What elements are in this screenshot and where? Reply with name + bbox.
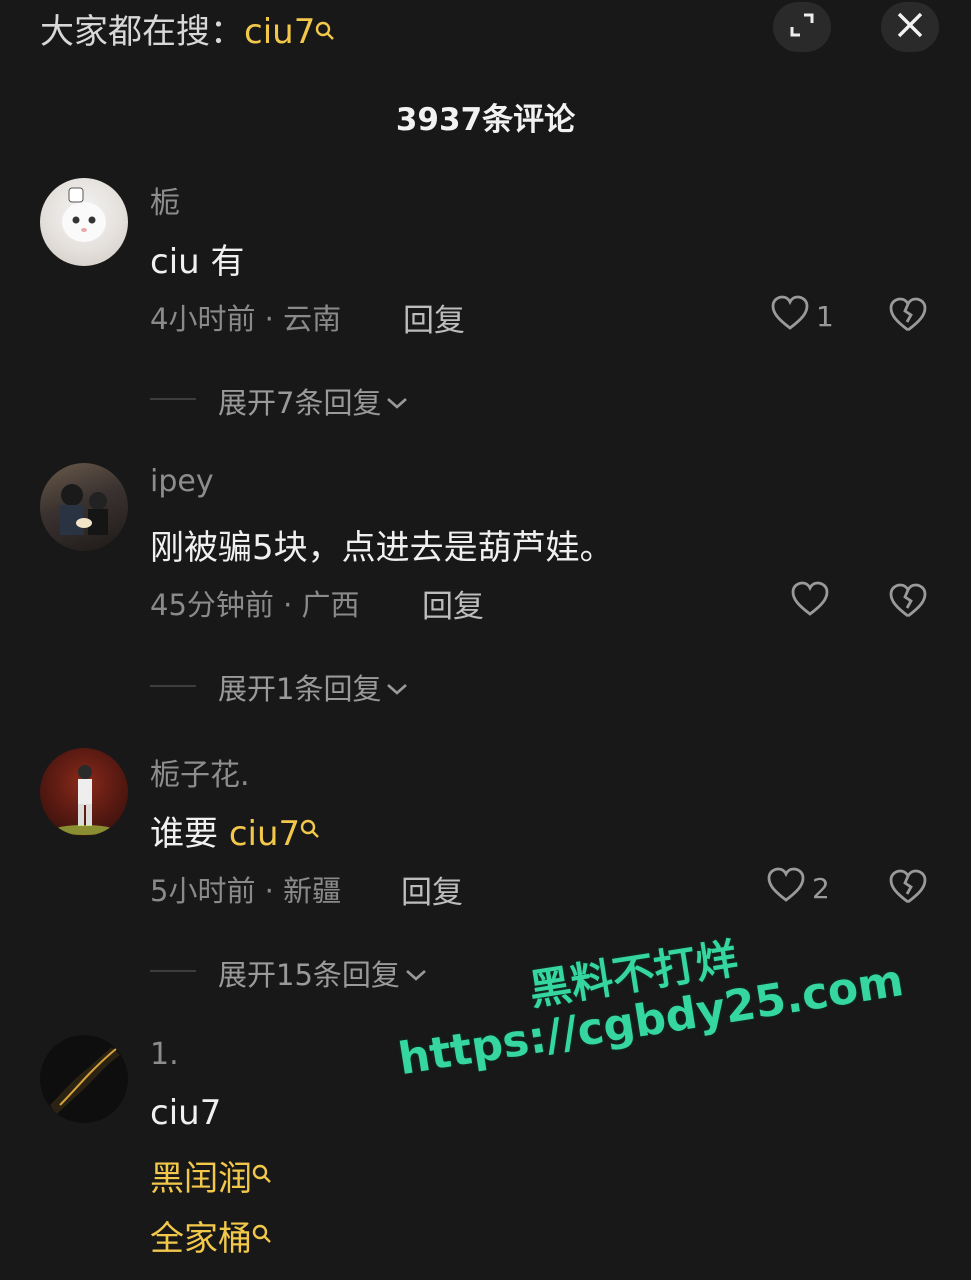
like-button[interactable]: 1 — [770, 294, 834, 339]
expand-replies-button[interactable]: 展开1条回复 — [218, 666, 409, 708]
close-icon — [896, 11, 924, 43]
broken-heart-icon — [888, 583, 928, 624]
dislike-button[interactable] — [888, 296, 928, 338]
reply-button[interactable]: 回复 — [403, 295, 465, 340]
avatar[interactable] — [40, 1035, 128, 1123]
expand-divider — [150, 685, 196, 687]
trending-search[interactable]: 大家都在搜：ciu7 — [40, 4, 335, 53]
search-icon — [252, 1153, 272, 1193]
trending-search-label: 大家都在搜： — [40, 12, 244, 52]
comment-meta: 45分钟前 · 广西 — [150, 588, 360, 622]
comment-text: ciu 有 — [150, 242, 245, 282]
comment-link-line: 全家桶 — [150, 1211, 272, 1260]
comment-text: 谁要 ciu7 — [150, 806, 320, 855]
top-bar: 大家都在搜：ciu7 — [0, 0, 971, 60]
chevron-down-icon — [385, 670, 409, 704]
comment-count-title: 3937条评论 — [395, 102, 576, 138]
like-count: 1 — [816, 300, 834, 333]
expand-divider — [150, 970, 196, 972]
expand-divider — [150, 398, 196, 400]
avatar[interactable] — [40, 178, 128, 266]
expand-replies-label: 展开7条回复 — [218, 386, 382, 420]
expand-button[interactable] — [773, 2, 831, 52]
search-icon — [315, 10, 335, 50]
avatar[interactable] — [40, 748, 128, 836]
expand-icon — [787, 10, 817, 44]
like-button[interactable] — [790, 580, 836, 625]
chevron-down-icon — [385, 384, 409, 418]
search-link[interactable]: 黑闰润 — [150, 1159, 252, 1199]
comment-link-line: 黑闰润 — [150, 1151, 272, 1200]
comment-meta: 5小时前 · 新疆 — [150, 874, 342, 908]
heart-icon — [770, 294, 810, 339]
reply-button[interactable]: 回复 — [401, 867, 463, 912]
comment-text-prefix: 谁要 — [150, 814, 229, 854]
comment-text: ciu7 — [150, 1093, 222, 1133]
avatar[interactable] — [40, 463, 128, 551]
username[interactable]: 栀子花. — [150, 750, 250, 794]
close-button[interactable] — [881, 2, 939, 52]
dislike-button[interactable] — [888, 582, 928, 624]
expand-replies-button[interactable]: 展开7条回复 — [218, 380, 409, 422]
dislike-button[interactable] — [888, 868, 928, 910]
search-icon — [300, 808, 320, 848]
username[interactable]: 1. — [150, 1037, 179, 1072]
heart-icon — [790, 580, 830, 625]
comment-text: 刚被骗5块，点进去是葫芦娃。 — [150, 528, 614, 568]
comment-meta: 4小时前 · 云南 — [150, 302, 342, 336]
broken-heart-icon — [888, 297, 928, 338]
search-link[interactable]: 全家桶 — [150, 1219, 252, 1259]
broken-heart-icon — [888, 869, 928, 910]
reply-button[interactable]: 回复 — [422, 581, 484, 626]
search-icon — [252, 1213, 272, 1253]
expand-replies-label: 展开15条回复 — [218, 958, 400, 992]
trending-search-term[interactable]: ciu7 — [244, 12, 315, 52]
username[interactable]: ipey — [150, 464, 214, 499]
expand-replies-label: 展开1条回复 — [218, 672, 382, 706]
username[interactable]: 栀 — [150, 178, 180, 222]
search-link[interactable]: ciu7 — [229, 814, 300, 854]
